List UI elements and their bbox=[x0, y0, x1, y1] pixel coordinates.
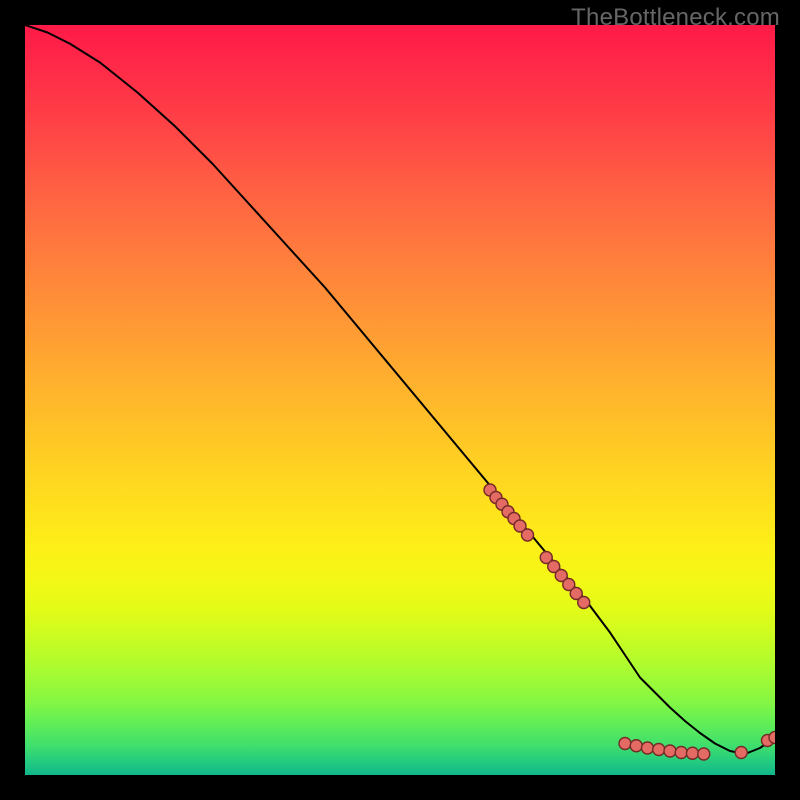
data-point bbox=[664, 745, 676, 757]
data-point bbox=[687, 747, 699, 759]
data-point bbox=[698, 748, 710, 760]
data-point bbox=[735, 747, 747, 759]
data-point bbox=[675, 747, 687, 759]
data-point bbox=[653, 744, 665, 756]
bottleneck-curve bbox=[25, 25, 775, 754]
chart-svg bbox=[25, 25, 775, 775]
data-point bbox=[769, 732, 775, 744]
chart-frame: TheBottleneck.com bbox=[0, 0, 800, 800]
data-point bbox=[642, 742, 654, 754]
data-point bbox=[578, 597, 590, 609]
data-point bbox=[630, 740, 642, 752]
data-point bbox=[619, 738, 631, 750]
data-points-layer bbox=[484, 484, 775, 760]
data-point bbox=[522, 529, 534, 541]
watermark-text: TheBottleneck.com bbox=[571, 4, 780, 32]
